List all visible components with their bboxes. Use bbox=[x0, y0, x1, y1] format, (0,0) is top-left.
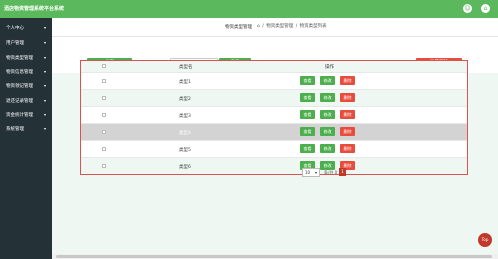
sidebar-item-users[interactable]: 用户管理 ▾ bbox=[0, 36, 52, 50]
page-title: 物资类型管理 bbox=[225, 25, 252, 30]
view-button[interactable]: 查看 bbox=[300, 127, 315, 136]
sidebar-item-supply-records[interactable]: 物资领记管理 ▾ bbox=[0, 79, 52, 93]
view-button[interactable]: 查看 bbox=[300, 76, 315, 85]
table-row[interactable]: 类型4 查看 修改 删除 bbox=[81, 124, 467, 141]
home-icon[interactable]: ⌂ bbox=[481, 4, 490, 13]
view-button[interactable]: 查看 bbox=[300, 93, 315, 102]
chevron-down-icon: ▾ bbox=[43, 69, 46, 74]
table-row[interactable]: 类型6 查看 修改 删除 bbox=[81, 158, 467, 174]
row-checkbox[interactable] bbox=[102, 113, 106, 117]
sidebar-item-label: 用户管理 bbox=[6, 41, 24, 46]
chevron-down-icon: ▾ bbox=[43, 83, 46, 88]
back-to-top-button[interactable]: Top bbox=[478, 233, 492, 247]
sidebar-item-label: 资金统计管理 bbox=[6, 113, 33, 118]
delete-button[interactable]: 删除 bbox=[340, 144, 355, 153]
column-header-ops: 操作 bbox=[325, 65, 334, 70]
view-button[interactable]: 查看 bbox=[300, 144, 315, 153]
row-checkbox[interactable] bbox=[102, 96, 106, 100]
edit-button[interactable]: 修改 bbox=[320, 127, 335, 136]
sidebar-item-label: 物资类型管理 bbox=[6, 56, 33, 61]
table-row[interactable]: 类型3 查看 修改 删除 bbox=[81, 107, 467, 124]
edit-button[interactable]: 修改 bbox=[320, 93, 335, 102]
row-checkbox[interactable] bbox=[102, 79, 106, 83]
edit-button[interactable]: 修改 bbox=[320, 76, 335, 85]
row-checkbox[interactable] bbox=[102, 164, 106, 168]
page-number-button[interactable]: 1 bbox=[339, 168, 346, 176]
sidebar-item-system[interactable]: 系统管理 ▾ bbox=[0, 122, 52, 136]
breadcrumb-item: 物资类型列表 bbox=[299, 24, 327, 29]
chevron-down-icon: ▾ bbox=[43, 55, 46, 60]
type-name: 类型1 bbox=[179, 80, 191, 85]
data-table: 类型名 操作 类型1 查看 修改 删除 类型2 查看 修改 删除 类型3 查看 … bbox=[80, 60, 468, 175]
sidebar-item-label: 系统管理 bbox=[6, 127, 24, 132]
type-name: 类型2 bbox=[179, 97, 191, 102]
pagination-total: 条/共 0 bbox=[324, 170, 338, 175]
table-row[interactable]: 类型1 查看 修改 删除 bbox=[81, 73, 467, 90]
table-row[interactable]: 类型5 查看 修改 删除 bbox=[81, 141, 467, 158]
chevron-down-icon: ▾ bbox=[43, 126, 46, 131]
table-row[interactable]: 类型2 查看 修改 删除 bbox=[81, 90, 467, 107]
view-button[interactable]: 查看 bbox=[300, 110, 315, 119]
type-name: 类型5 bbox=[179, 148, 191, 153]
sidebar-item-label: 物资领记管理 bbox=[6, 84, 33, 89]
type-name: 类型6 bbox=[179, 165, 191, 170]
sidebar-item-returns[interactable]: 退还记录管理 ▾ bbox=[0, 94, 52, 108]
sidebar-item-supply-info[interactable]: 物资信息管理 ▾ bbox=[0, 65, 52, 79]
select-all-checkbox[interactable] bbox=[102, 64, 106, 68]
scrollbar-thumb[interactable] bbox=[56, 255, 492, 258]
edit-button[interactable]: 修改 bbox=[320, 161, 335, 170]
delete-button[interactable]: 删除 bbox=[340, 110, 355, 119]
page-size-value: 10 bbox=[305, 170, 311, 175]
top-bar: 酒店物资管理系统平台系统 ☺ ⌂ bbox=[0, 0, 498, 18]
type-name: 类型3 bbox=[179, 114, 191, 119]
edit-button[interactable]: 修改 bbox=[320, 110, 335, 119]
app-title: 酒店物资管理系统平台系统 bbox=[4, 6, 65, 12]
chevron-down-icon: ▾ bbox=[43, 98, 46, 103]
table-header: 类型名 操作 bbox=[81, 61, 467, 73]
sidebar-item-personal[interactable]: 个人中心 ▾ bbox=[0, 21, 52, 35]
user-icon[interactable]: ☺ bbox=[463, 4, 472, 13]
sidebar: 个人中心 ▾ 用户管理 ▾ 物资类型管理 ▾ 物资信息管理 ▾ 物资领记管理 ▾… bbox=[0, 18, 52, 259]
column-header-name: 类型名 bbox=[179, 65, 193, 70]
edit-button[interactable]: 修改 bbox=[320, 144, 335, 153]
delete-button[interactable]: 删除 bbox=[340, 76, 355, 85]
page-header: 物资类型管理 ⌂ / 物资类型管理 / 物资类型列表 bbox=[52, 18, 498, 37]
sidebar-item-supply-type[interactable]: 物资类型管理 ▾ bbox=[0, 51, 52, 65]
sidebar-item-label: 物资信息管理 bbox=[6, 70, 33, 75]
breadcrumb: ⌂ / 物资类型管理 / 物资类型列表 bbox=[257, 24, 327, 29]
type-name: 类型4 bbox=[179, 131, 191, 136]
chevron-down-icon: ▾ bbox=[314, 170, 317, 175]
chevron-down-icon: ▾ bbox=[43, 25, 46, 30]
chevron-down-icon: ▾ bbox=[43, 112, 46, 117]
chevron-down-icon: ▾ bbox=[43, 40, 46, 45]
row-checkbox[interactable] bbox=[102, 147, 106, 151]
sidebar-item-label: 退还记录管理 bbox=[6, 99, 33, 104]
row-checkbox[interactable] bbox=[102, 130, 106, 134]
sidebar-item-funds[interactable]: 资金统计管理 ▾ bbox=[0, 108, 52, 122]
breadcrumb-item[interactable]: 物资类型管理 bbox=[266, 24, 293, 29]
sidebar-item-label: 个人中心 bbox=[6, 26, 24, 31]
horizontal-scrollbar[interactable] bbox=[52, 254, 498, 259]
home-icon[interactable]: ⌂ bbox=[257, 24, 260, 29]
page-size-select[interactable]: 10 ▾ bbox=[302, 168, 320, 177]
delete-button[interactable]: 删除 bbox=[340, 127, 355, 136]
delete-button[interactable]: 删除 bbox=[340, 93, 355, 102]
main-content: 物资类型管理 ⌂ / 物资类型管理 / 物资类型列表 类型 请输入类型 查询 添… bbox=[52, 18, 498, 259]
